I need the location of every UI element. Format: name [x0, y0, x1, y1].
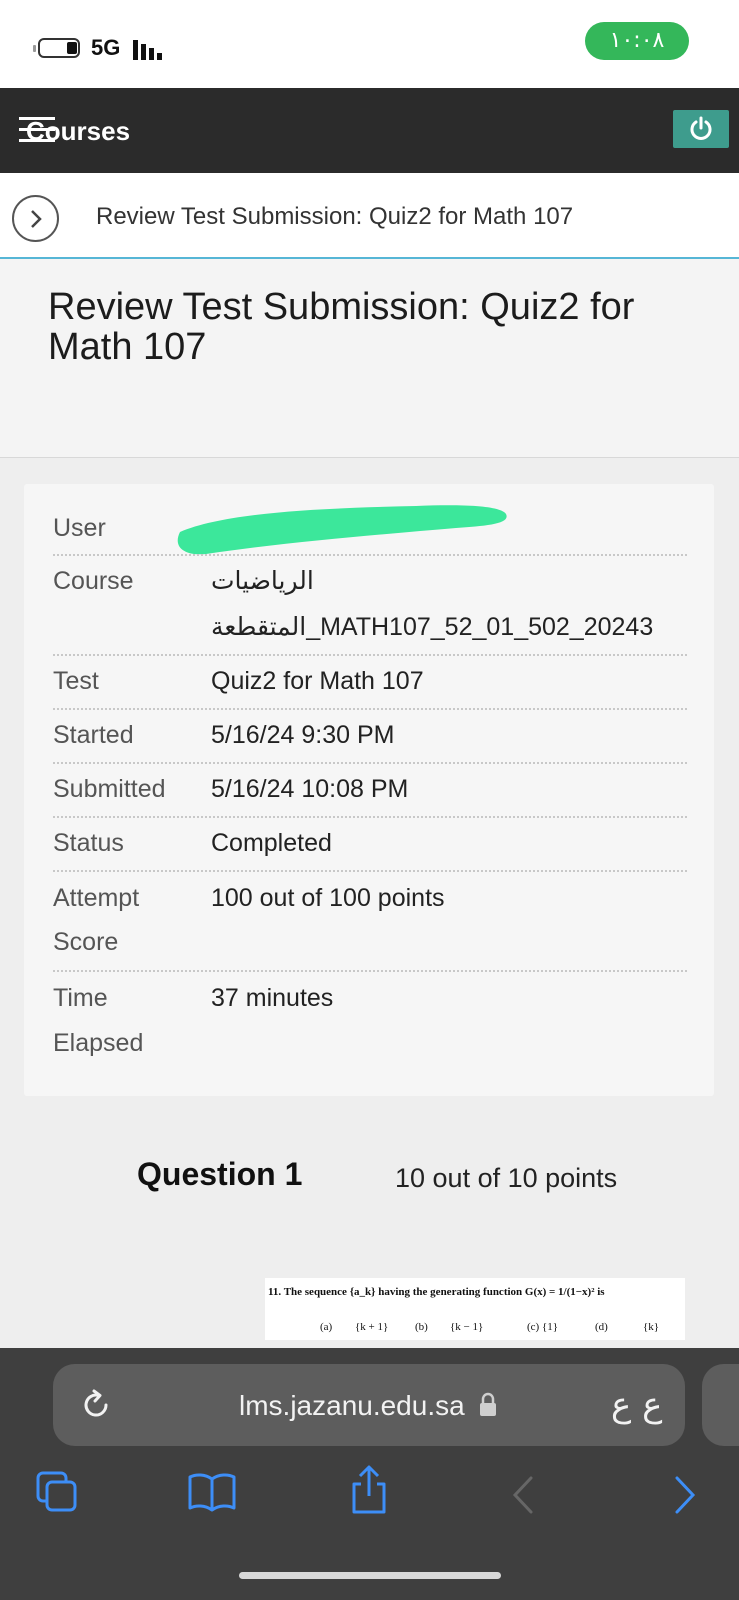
- user-label: User: [53, 514, 106, 542]
- attempt-score-value: 100 out of 100 points: [211, 884, 445, 912]
- submitted-label: Submitted: [53, 775, 166, 803]
- option-a-value: {k + 1}: [355, 1321, 389, 1333]
- time-elapsed-label: Time: [53, 984, 108, 1012]
- book-icon[interactable]: [187, 1470, 237, 1514]
- test-label: Test: [53, 667, 99, 695]
- courses-title[interactable]: Courses: [26, 116, 130, 147]
- course-value-line2: المتقطعة_MATH107_52_01_502_20243: [211, 613, 654, 641]
- reload-icon[interactable]: [80, 1388, 112, 1422]
- option-d-value: {k}: [643, 1321, 660, 1333]
- status-label: Status: [53, 829, 124, 857]
- back-arrow-icon[interactable]: [509, 1474, 537, 1516]
- attempt-label: Attempt: [53, 884, 140, 912]
- test-value: Quiz2 for Math 107: [211, 667, 424, 695]
- divider: [53, 970, 687, 972]
- course-label: Course: [53, 567, 134, 595]
- started-value: 5/16/24 9:30 PM: [211, 721, 395, 749]
- chevron-right-icon: [31, 210, 42, 228]
- option-d-label: (d): [595, 1321, 608, 1333]
- page-header: Review Test Submission: Quiz2 for Math 1…: [0, 259, 739, 458]
- battery-icon: [33, 38, 80, 58]
- page-title: Review Test Submission: Quiz2 for Math 1…: [48, 286, 635, 368]
- forward-arrow-icon[interactable]: [671, 1474, 699, 1516]
- divider: [53, 762, 687, 764]
- divider: [53, 870, 687, 872]
- option-c: (c) {1}: [527, 1321, 559, 1333]
- question-image: 11. The sequence {a_k} having the genera…: [265, 1278, 685, 1340]
- option-b-value: {k − 1}: [450, 1321, 484, 1333]
- next-tab-preview[interactable]: [702, 1364, 739, 1446]
- lock-icon: [480, 1392, 496, 1416]
- clock[interactable]: ١٠:٠٨: [585, 22, 689, 60]
- share-icon[interactable]: [347, 1464, 391, 1516]
- question-text: 11. The sequence {a_k} having the genera…: [268, 1286, 605, 1298]
- divider: [53, 708, 687, 710]
- breadcrumb: Review Test Submission: Quiz2 for Math 1…: [0, 173, 739, 259]
- tabs-icon[interactable]: [35, 1470, 79, 1514]
- course-value-line1: الرياضيات: [211, 567, 314, 595]
- power-button[interactable]: [673, 110, 729, 148]
- power-icon: [690, 116, 712, 140]
- time-elapsed-label-line2: Elapsed: [53, 1029, 144, 1057]
- option-b-label: (b): [415, 1321, 428, 1333]
- started-label: Started: [53, 721, 134, 749]
- divider: [53, 654, 687, 656]
- network-label: 5G: [91, 35, 121, 60]
- divider: [53, 554, 687, 556]
- question-title: Question 1: [137, 1156, 303, 1192]
- breadcrumb-label: Review Test Submission: Quiz2 for Math 1…: [96, 203, 574, 230]
- time-elapsed-value: 37 minutes: [211, 984, 334, 1012]
- home-indicator[interactable]: [239, 1572, 501, 1579]
- text-size-icon[interactable]: ع ع: [611, 1385, 662, 1425]
- attempt-label-line2: Score: [53, 928, 119, 956]
- submitted-value: 5/16/24 10:08 PM: [211, 775, 409, 803]
- status-value: Completed: [211, 829, 332, 857]
- expand-menu-button[interactable]: [12, 195, 59, 242]
- url-text[interactable]: lms.jazanu.edu.sa: [239, 1390, 465, 1422]
- signal-icon: [133, 38, 167, 60]
- divider: [53, 816, 687, 818]
- question-points: 10 out of 10 points: [395, 1163, 618, 1193]
- status-bar: 5G ١٠:٠٨: [0, 0, 739, 88]
- option-a-label: (a): [320, 1321, 333, 1333]
